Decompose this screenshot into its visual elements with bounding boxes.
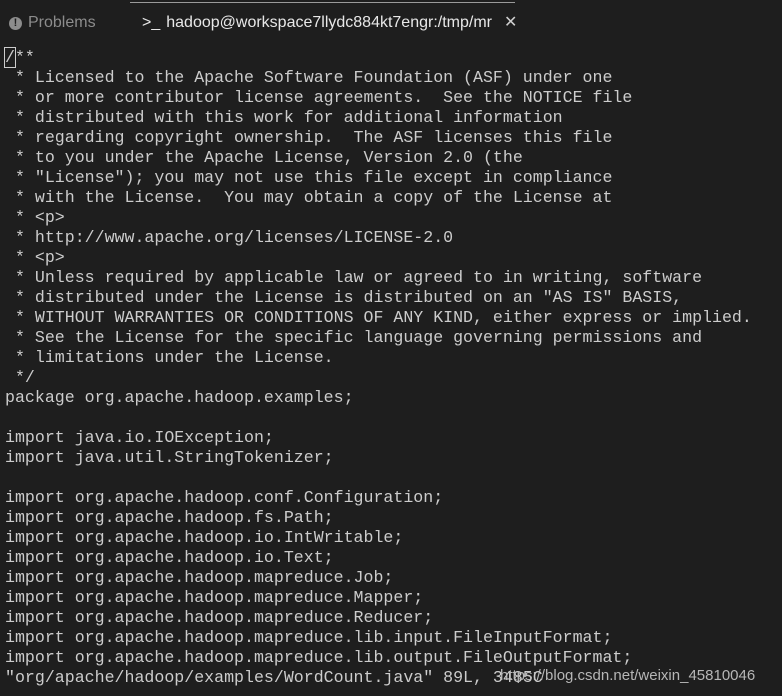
terminal-output[interactable]: /** * Licensed to the Apache Software Fo… (4, 47, 752, 688)
terminal-line: import org.apache.hadoop.mapreduce.lib.o… (5, 648, 633, 667)
terminal-line: import java.io.IOException; (5, 428, 274, 447)
terminal-line: import org.apache.hadoop.conf.Configurat… (5, 488, 444, 507)
terminal-line: import org.apache.hadoop.mapreduce.Mappe… (5, 588, 424, 607)
terminal-line: * distributed with this work for additio… (5, 108, 563, 127)
close-icon[interactable]: ✕ (504, 13, 517, 33)
tab-problems[interactable]: ! Problems (9, 13, 96, 33)
terminal-icon: >_ (142, 14, 161, 31)
terminal-line: import org.apache.hadoop.io.Text; (5, 548, 334, 567)
terminal-line: * Licensed to the Apache Software Founda… (5, 68, 613, 87)
terminal-line: import org.apache.hadoop.mapreduce.lib.i… (5, 628, 613, 647)
warning-circle-icon: ! (9, 16, 22, 30)
terminal-line: import org.apache.hadoop.mapreduce.Job; (5, 568, 394, 587)
terminal-line: * limitations under the License. (5, 348, 334, 367)
tab-terminal[interactable]: >_ hadoop@workspace7llydc884kt7engr:/tmp… (142, 13, 517, 33)
terminal-line: * http://www.apache.org/licenses/LICENSE… (5, 228, 454, 247)
panel-tab-bar: ! Problems >_ hadoop@workspace7llydc884k… (0, 0, 782, 46)
tab-label: Problems (28, 14, 96, 31)
terminal-line: package org.apache.hadoop.examples; (5, 388, 354, 407)
terminal-line: * with the License. You may obtain a cop… (5, 188, 613, 207)
watermark: https://blog.csdn.net/weixin_45810046 (500, 667, 756, 684)
terminal-line: import org.apache.hadoop.io.IntWritable; (5, 528, 404, 547)
terminal-line: * to you under the Apache License, Versi… (5, 148, 523, 167)
terminal-line: * <p> (5, 208, 65, 227)
terminal-line: import org.apache.hadoop.fs.Path; (5, 508, 334, 527)
text: ** (14, 48, 35, 67)
terminal-line: * Unless required by applicable law or a… (5, 268, 703, 287)
terminal-line: * WITHOUT WARRANTIES OR CONDITIONS OF AN… (5, 308, 752, 327)
terminal-line: /** (4, 47, 752, 68)
terminal-line: * or more contributor license agreements… (5, 88, 633, 107)
terminal-line: * See the License for the specific langu… (5, 328, 703, 347)
terminal-line: * distributed under the License is distr… (5, 288, 683, 307)
terminal-line: * <p> (5, 248, 65, 267)
terminal-line: * regarding copyright ownership. The ASF… (5, 128, 613, 147)
terminal-line: import org.apache.hadoop.mapreduce.Reduc… (5, 608, 434, 627)
terminal-line: import java.util.StringTokenizer; (5, 448, 334, 467)
terminal-line: */ (5, 368, 35, 387)
cursor: / (4, 47, 16, 68)
terminal-line: * "License"); you may not use this file … (5, 168, 613, 187)
tab-label: hadoop@workspace7llydc884kt7engr:/tmp/mr (166, 14, 492, 31)
